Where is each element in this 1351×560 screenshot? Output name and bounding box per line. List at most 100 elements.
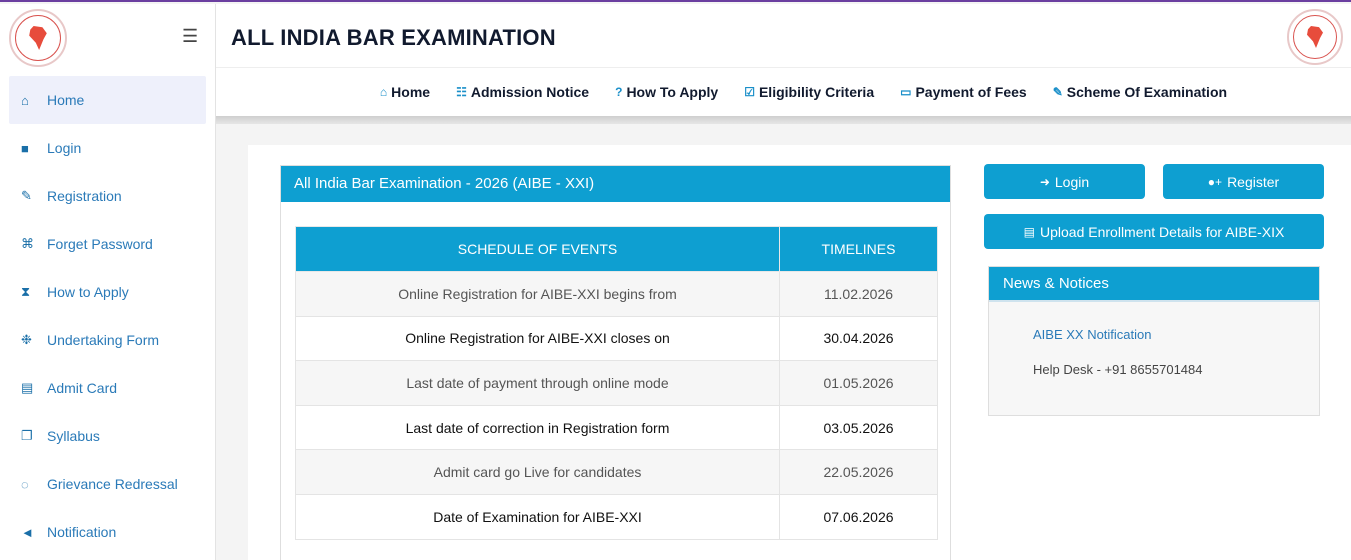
schedule-card: All India Bar Examination - 2026 (AIBE -… (280, 165, 951, 560)
nav-link-label: Admission Notice (470, 84, 590, 100)
hourglass-icon: ⧗ (21, 284, 31, 299)
header: ALL INDIA BAR EXAMINATION (216, 4, 1351, 68)
event-cell: Last date of payment through online mode (295, 360, 780, 406)
event-cell: Online Registration for AIBE-XXI begins … (295, 271, 780, 317)
sidebar-item-login[interactable]: ■ Login (9, 124, 206, 172)
col-header-event: SCHEDULE OF EVENTS (295, 226, 780, 272)
sidebar-item-home[interactable]: ⌂ Home (9, 76, 206, 124)
date-cell: 01.05.2026 (779, 360, 938, 406)
nav-link-label: How To Apply (626, 84, 719, 100)
sidebar-item-grievance-redressal[interactable]: ◌ Grievance Redressal (9, 460, 206, 508)
event-cell: Last date of correction in Registration … (295, 404, 780, 451)
sidebar-item-label: How to Apply (47, 284, 129, 300)
credit-card-icon: ▭ (900, 85, 912, 99)
nav-link-label: Home (391, 84, 431, 100)
sign-in-icon: ➜ (1039, 174, 1050, 189)
nav-link-payment-of-fees[interactable]: ▭ Payment of Fees (900, 84, 1027, 100)
edit-icon: ✎ (21, 188, 32, 203)
col-header-timeline: TIMELINES (779, 226, 938, 272)
comments-icon: ◌ (21, 476, 29, 492)
schedule-card-title: All India Bar Examination - 2026 (AIBE -… (281, 166, 950, 202)
table-header-row: SCHEDULE OF EVENTS TIMELINES (295, 226, 938, 272)
date-cell: 22.05.2026 (779, 449, 938, 495)
notification-link[interactable]: AIBE XX Notification (1033, 327, 1319, 342)
register-button-label: Register (1227, 173, 1280, 190)
table-row: Last date of payment through online mode… (295, 360, 938, 406)
sidebar-item-label: Login (47, 140, 82, 156)
event-cell: Online Registration for AIBE-XXI closes … (295, 315, 780, 362)
schedule-table: SCHEDULE OF EVENTS TIMELINES Online Regi… (295, 226, 938, 540)
id-card-icon: ▤ (1023, 224, 1035, 239)
lock-icon: ■ (21, 140, 29, 156)
helpdesk-text: Help Desk - +91 8655701484 (1033, 362, 1203, 377)
sidebar-item-label: Syllabus (47, 428, 100, 444)
nav-link-scheme-of-examination[interactable]: ✎ Scheme Of Examination (1053, 84, 1227, 100)
nav-link-how-to-apply[interactable]: ? How To Apply (615, 84, 718, 100)
sidebar-item-admit-card[interactable]: ▤ Admit Card (9, 364, 206, 412)
table-row: Admit card go Live for candidates 22.05.2… (295, 449, 938, 495)
sidebar-menu: ⌂ Home ■ Login ✎ Registration ⌘ Forget Password… (0, 70, 215, 556)
sidebar-item-registration[interactable]: ✎ Registration (9, 172, 206, 220)
sidebar-item-undertaking-form[interactable]: ❉ Undertaking Form (9, 316, 206, 364)
copy-icon: ❐ (21, 428, 33, 443)
table-row: Online Registration for AIBE-XXI begins … (295, 271, 938, 317)
register-button[interactable]: ●+ Register (1163, 164, 1324, 199)
sidebar-item-how-to-apply[interactable]: ⧗ How to Apply (9, 268, 206, 316)
sidebar-item-label: Registration (47, 188, 122, 204)
nav-link-label: Payment of Fees (915, 84, 1027, 100)
top-nav: ⌂ Home ☷ Admission Notice? How To Apply ☑ Elig… (216, 68, 1351, 116)
sidebar-item-label: Undertaking Form (47, 332, 160, 348)
sidebar-item-label: Grievance Redressal (47, 476, 178, 492)
hamburger-icon[interactable]: ☰ (182, 26, 198, 47)
home-icon: ⌂ (21, 92, 29, 108)
india-map-icon (1307, 26, 1323, 48)
logo-seal-right (1293, 15, 1337, 59)
sidebar-item-label: Admit Card (47, 380, 118, 396)
sidebar-item-notification[interactable]: ◄ Notification (9, 508, 206, 556)
bullhorn-icon: ◄ (21, 524, 34, 540)
table-row: Last date of correction in Registration … (295, 404, 938, 451)
india-map-icon (29, 26, 47, 50)
key-icon: ⌘ (21, 236, 34, 251)
date-cell: 03.05.2026 (779, 404, 938, 451)
sidebar-logo-area: ☰ (0, 4, 215, 70)
login-button[interactable]: ➜ Login (984, 164, 1145, 199)
edit-icon: ✎ (1052, 85, 1063, 99)
upload-enrollment-button[interactable]: ▤ Upload Enrollment Details for AIBE-XIX (984, 214, 1324, 249)
event-cell: Date of Examination for AIBE-XXI (295, 493, 780, 540)
date-cell: 30.04.2026 (779, 315, 938, 362)
user-plus-icon: ●+ (1207, 174, 1223, 189)
id-card-icon: ▤ (21, 380, 34, 395)
sidebar-item-label: Forget Password (47, 236, 153, 252)
bar-council-logo-right (1287, 9, 1343, 65)
logo-seal (15, 15, 61, 61)
sidebar-item-forget-password[interactable]: ⌘ Forget Password (9, 220, 206, 268)
sidebar-item-label: Notification (47, 524, 117, 540)
news-notices-panel: News & Notices AIBE XX Notification Help… (988, 266, 1320, 416)
date-cell: 07.06.2026 (779, 493, 938, 540)
page-title: ALL INDIA BAR EXAMINATION (231, 25, 556, 50)
sidebar-item-syllabus[interactable]: ❐ Syllabus (9, 412, 206, 460)
sidebar-item-label: Home (47, 92, 85, 108)
nav-link-label: Scheme Of Examination (1066, 84, 1228, 100)
news-title: News & Notices (989, 267, 1319, 300)
check-square-icon: ☑ (744, 85, 755, 99)
login-button-label: Login (1054, 173, 1090, 190)
file-icon: ☷ (456, 85, 467, 99)
nav-link-admission-notice[interactable]: ☷ Admission Notice (456, 84, 589, 100)
schedule-table-body: Online Registration for AIBE-XXI begins … (295, 271, 938, 540)
event-cell: Admit card go Live for candidates (295, 449, 780, 495)
sidebar: ☰ ⌂ Home ■ Login ✎ Registration ⌘ Forget Passwo… (0, 4, 216, 560)
news-body: AIBE XX Notification Help Desk - +91 865… (989, 300, 1319, 415)
upload-enrollment-label: Upload Enrollment Details for AIBE-XIX (1040, 223, 1285, 240)
nav-link-home[interactable]: ⌂ Home (380, 84, 430, 100)
date-cell: 11.02.2026 (779, 271, 938, 317)
bar-council-logo[interactable] (9, 9, 67, 67)
table-row: Online Registration for AIBE-XXI closes … (295, 315, 938, 362)
nav-link-eligibility-criteria[interactable]: ☑ Eligibility Criteria (744, 84, 874, 100)
home-icon: ⌂ (379, 85, 388, 99)
nav-link-label: Eligibility Criteria (758, 84, 875, 100)
table-row: Date of Examination for AIBE-XXI 07.06.20… (295, 493, 938, 540)
nav-divider (216, 116, 1351, 124)
question-icon: ? (615, 85, 623, 99)
